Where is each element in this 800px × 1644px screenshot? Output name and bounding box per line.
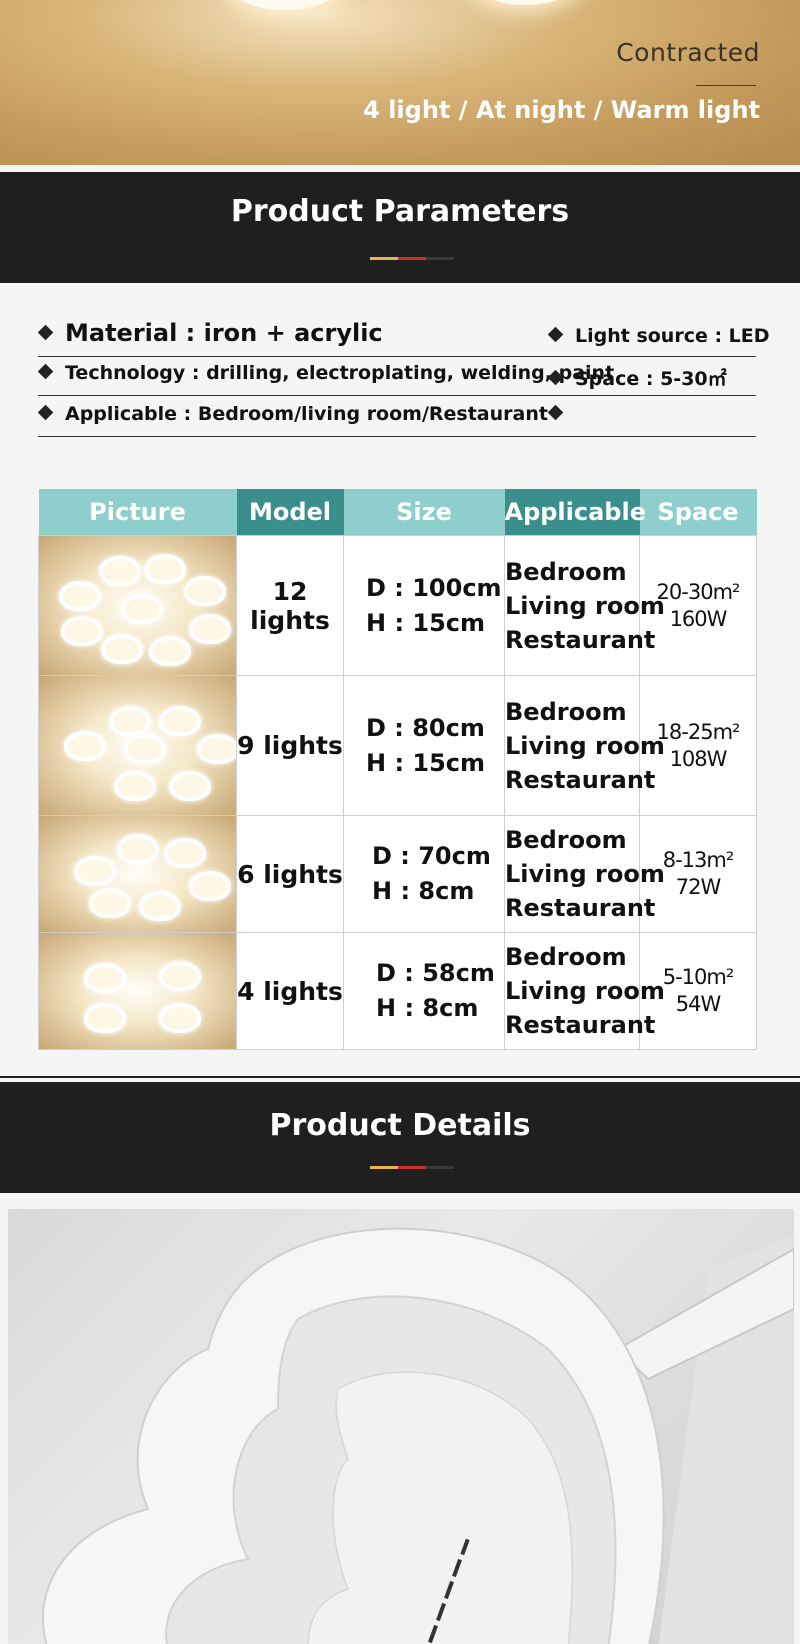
accent-bar <box>426 1166 454 1169</box>
size-cell: D : 58cm H : 8cm <box>343 932 505 1050</box>
applicable-cell: Bedroom Living room Restaurant <box>504 815 665 933</box>
product-picture <box>38 932 237 1050</box>
product-picture <box>38 675 237 816</box>
section-title: Product Parameters <box>230 194 570 229</box>
size-cell: D : 70cm H : 8cm <box>343 815 505 933</box>
table-row: 9 lights D : 80cm H : 15cm Bedroom Living … <box>38 675 757 816</box>
accent-bars <box>370 1166 454 1169</box>
param-material: Material : iron + acrylic <box>65 319 383 347</box>
model-cell: 4 lights <box>236 932 344 1050</box>
accent-bar <box>426 257 454 260</box>
col-header-space: Space <box>639 489 757 536</box>
size-cell: D : 80cm H : 15cm <box>343 675 505 816</box>
diamond-bullet-icon <box>547 326 564 343</box>
hero-label: Contracted <box>616 38 760 67</box>
param-space: Space : 5-30㎡ <box>575 368 727 390</box>
hero-divider <box>696 85 756 86</box>
size-cell: D : 100cm H : 15cm <box>343 535 505 676</box>
model-cell: 12 lights <box>236 535 344 676</box>
accent-bars <box>370 257 454 260</box>
col-header-applicable: Applicable <box>504 489 646 536</box>
product-picture <box>38 815 237 933</box>
lamp-glow <box>230 0 340 10</box>
section-title: Product Details <box>269 1108 531 1143</box>
param-applicable: Applicable : Bedroom/living room/Restaur… <box>65 403 548 425</box>
param-row: Technology : drilling, electroplating, w… <box>37 356 756 396</box>
col-header-model: Model <box>236 489 344 536</box>
diamond-bullet-icon <box>37 363 54 380</box>
param-technology: Technology : drilling, electroplating, w… <box>65 362 615 384</box>
divider <box>0 1076 800 1078</box>
table-row: 4 lights D : 58cm H : 8cm Bedroom Living r… <box>38 932 757 1050</box>
param-row: Applicable : Bedroom/living room/Restaur… <box>37 395 756 437</box>
model-cell: 6 lights <box>236 815 344 933</box>
diamond-bullet-icon <box>37 324 54 340</box>
hero-banner: Contracted 4 light / At night / Warm lig… <box>0 0 800 165</box>
table-row: 12 lights D : 100cm H : 15cm Bedroom Livin… <box>38 535 757 676</box>
accent-bar <box>370 257 398 260</box>
heart-lamp-closeup <box>42 1227 794 1644</box>
section-header-parameters: Product Parameters <box>0 172 800 283</box>
accent-bar <box>398 257 426 260</box>
table-row: 6 lights D : 70cm H : 8cm Bedroom Living r… <box>38 815 757 933</box>
spec-table: Picture Model Size Applicable Space 12 l… <box>38 489 757 1050</box>
diamond-bullet-icon <box>37 404 54 421</box>
applicable-cell: Bedroom Living room Restaurant <box>504 932 665 1050</box>
col-header-size: Size <box>343 489 505 536</box>
param-row: Material : iron + acrylic Light source :… <box>37 315 770 357</box>
product-detail-photo <box>8 1209 794 1644</box>
diamond-bullet-icon <box>547 404 564 421</box>
product-picture <box>38 535 237 676</box>
accent-bar <box>370 1166 398 1169</box>
lamp-glow <box>470 0 580 5</box>
hero-caption: 4 light / At night / Warm light <box>363 96 760 124</box>
applicable-cell: Bedroom Living room Restaurant <box>504 535 665 676</box>
section-header-details: Product Details <box>0 1082 800 1193</box>
accent-bar <box>398 1166 426 1169</box>
table-header-row: Picture Model Size Applicable Space <box>38 489 757 536</box>
diamond-bullet-icon <box>547 369 564 386</box>
col-header-picture: Picture <box>38 489 237 536</box>
model-cell: 9 lights <box>236 675 344 816</box>
param-light-source: Light source : LED <box>575 325 770 347</box>
applicable-cell: Bedroom Living room Restaurant <box>504 675 665 816</box>
